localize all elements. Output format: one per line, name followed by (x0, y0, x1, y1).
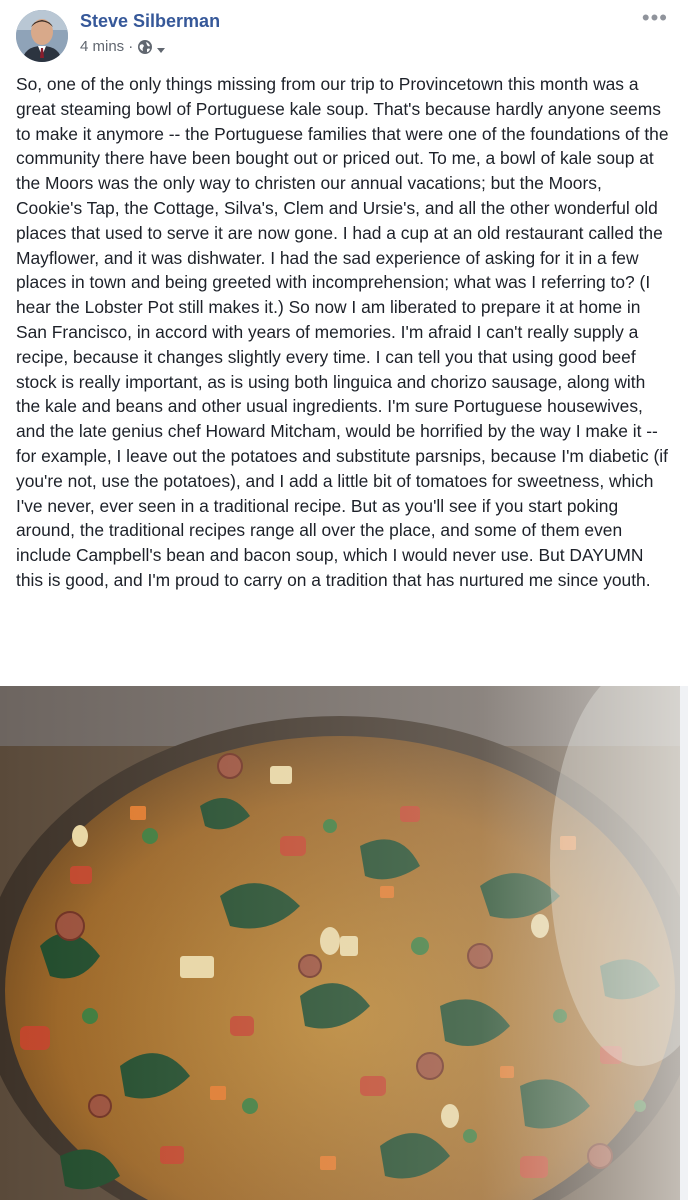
post-photo[interactable] (0, 686, 688, 1200)
photo-edge (680, 686, 688, 1200)
post-meta: 4 mins · (80, 38, 166, 55)
more-options-button[interactable]: ••• (642, 7, 668, 29)
soup-photo (0, 686, 688, 1200)
post-header: Steve Silberman 4 mins · ••• (0, 0, 688, 66)
post-timestamp[interactable]: 4 mins (80, 38, 124, 55)
avatar[interactable] (16, 10, 68, 62)
meta-separator: · (128, 38, 134, 55)
author-name[interactable]: Steve Silberman (80, 11, 220, 32)
facebook-post: Steve Silberman 4 mins · ••• So, one of … (0, 0, 688, 1200)
post-text: So, one of the only things missing from … (16, 74, 669, 590)
chevron-down-icon[interactable] (156, 42, 166, 53)
globe-icon[interactable] (137, 39, 153, 55)
avatar-photo (16, 10, 68, 62)
